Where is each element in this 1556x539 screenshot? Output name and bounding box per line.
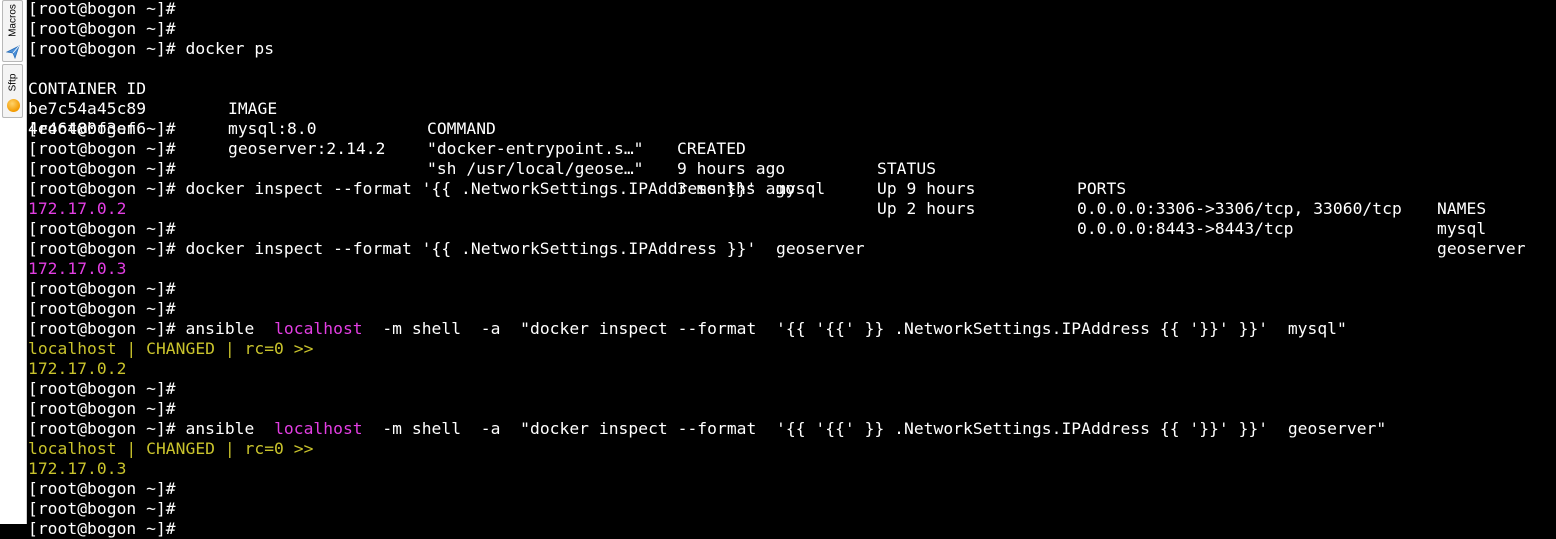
macros-tab-label: Macros (7, 4, 18, 37)
image: mysql:8.0 (228, 119, 317, 138)
sftp-tab[interactable]: Sftp (2, 64, 23, 118)
docker-ps-row: 4e46480f3ef6 geoserver:2.14.2 "sh /usr/l… (28, 99, 1556, 258)
paper-plane-icon (5, 44, 20, 63)
ip-output: 172.17.0.3 (28, 259, 127, 278)
created: 9 hours ago (677, 159, 786, 178)
terminal-line: [root@bogon ~]# docker inspect --format … (28, 239, 865, 258)
container-id: 4e46480f3ef6 (28, 119, 147, 138)
terminal-line: [root@bogon ~]# (28, 299, 176, 318)
terminal-line: [root@bogon ~]# docker ps (28, 39, 275, 58)
sftp-orb-icon (7, 99, 20, 112)
docker-ps-row: be7c54a45c89 mysql:8.0 "docker-entrypoin… (28, 79, 1556, 238)
column-header: COMMAND (427, 119, 496, 138)
command: "sh /usr/local/geose…" (427, 159, 644, 178)
status: Up 2 hours (877, 199, 976, 218)
ansible-host: localhost (274, 419, 363, 438)
ansible-command: [root@bogon ~]# ansible localhost -m she… (28, 419, 1556, 439)
ansible-output: 172.17.0.3 (28, 459, 127, 478)
command: "docker-entrypoint.s…" (427, 139, 644, 158)
column-header: STATUS (877, 159, 937, 178)
column-header: NAMES (1437, 199, 1487, 218)
command-suffix: -m shell -a "docker inspect --format '{{… (362, 419, 1387, 438)
ansible-command: [root@bogon ~]# ansible localhost -m she… (28, 319, 1556, 339)
status: Up 9 hours (877, 179, 976, 198)
image: geoserver:2.14.2 (228, 139, 386, 158)
ansible-status: localhost | CHANGED | rc=0 >> (28, 339, 314, 358)
terminal-line: [root@bogon ~]# (28, 379, 176, 398)
terminal-line: [root@bogon ~]# (28, 19, 176, 38)
terminal-line: [root@bogon ~]# (28, 219, 176, 238)
ansible-host: localhost (274, 319, 363, 338)
side-panel: Macros Sftp (0, 0, 27, 524)
ports: 0.0.0.0:3306->3306/tcp, 33060/tcp (1077, 199, 1402, 218)
terminal-line: [root@bogon ~]# (28, 159, 176, 178)
terminal-line: [root@bogon ~]# (28, 519, 176, 538)
sftp-tab-label: Sftp (7, 73, 18, 92)
names: mysql (1437, 219, 1487, 238)
terminal-output[interactable]: [root@bogon ~]# [root@bogon ~]# [root@bo… (28, 0, 1556, 538)
macros-tab[interactable]: Macros (2, 0, 23, 62)
terminal-line: [root@bogon ~]# (28, 0, 176, 18)
ansible-output: 172.17.0.2 (28, 359, 127, 378)
command-suffix: -m shell -a "docker inspect --format '{{… (362, 319, 1347, 338)
names: geoserver (1437, 239, 1526, 258)
ansible-status: localhost | CHANGED | rc=0 >> (28, 439, 314, 458)
column-header: PORTS (1077, 179, 1127, 198)
command-prefix: [root@bogon ~]# ansible (28, 319, 275, 338)
terminal-line: [root@bogon ~]# (28, 399, 176, 418)
column-header: CREATED (677, 139, 746, 158)
ports: 0.0.0.0:8443->8443/tcp (1077, 219, 1294, 238)
docker-ps-header: CONTAINER ID IMAGE COMMAND CREATED STATU… (28, 59, 1556, 218)
terminal-line: [root@bogon ~]# (28, 499, 176, 518)
terminal-line: [root@bogon ~]# (28, 279, 176, 298)
command-prefix: [root@bogon ~]# ansible (28, 419, 275, 438)
terminal-line: [root@bogon ~]# (28, 479, 176, 498)
created: 3 months ago (677, 179, 796, 198)
